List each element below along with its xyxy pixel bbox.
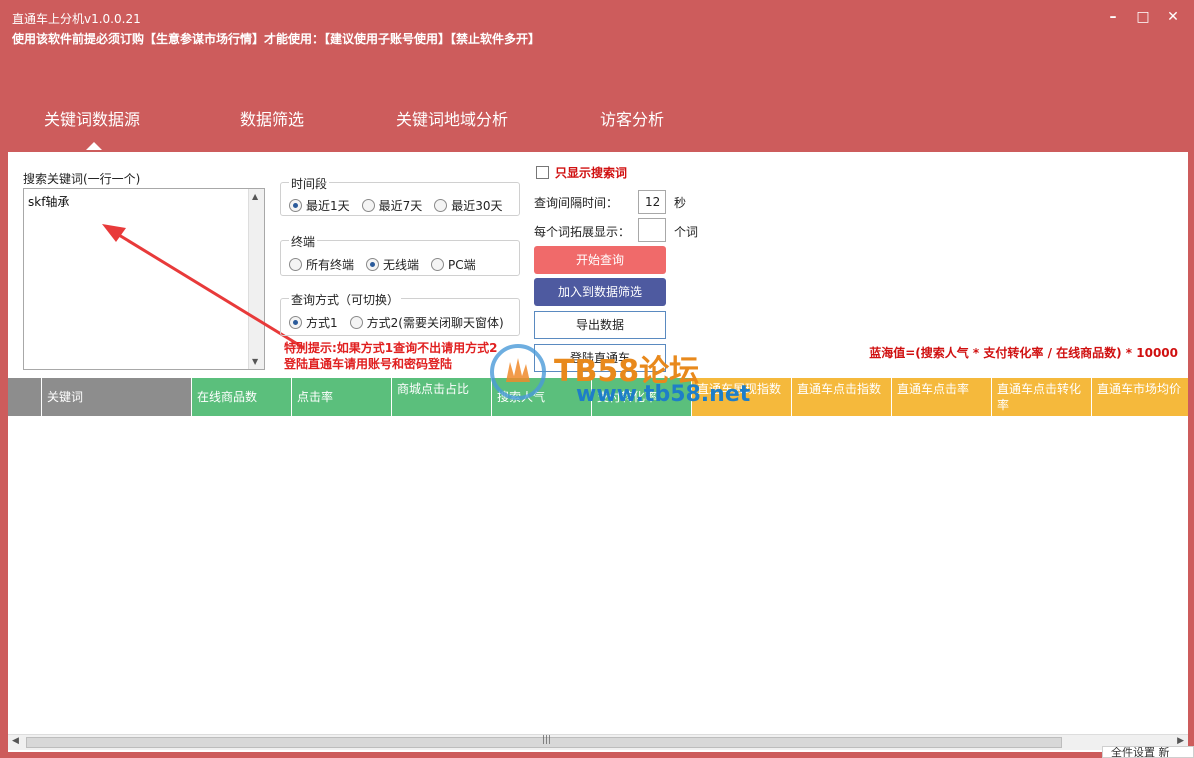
column-header[interactable]: 关键词 xyxy=(42,378,192,416)
radio-last-7-days[interactable]: 最近7天 xyxy=(361,197,423,214)
row-selector-header[interactable] xyxy=(8,378,42,416)
only-search-words-label: 只显示搜索词 xyxy=(555,166,628,180)
radio-label: 方式2(需要关闭聊天窗体) xyxy=(366,316,504,330)
query-mode-title: 查询方式（可切换） xyxy=(289,291,402,308)
scrollbar-grip-icon: ||| xyxy=(542,735,552,745)
radio-all-terminals[interactable]: 所有终端 xyxy=(289,256,354,273)
radio-label: PC端 xyxy=(448,258,476,272)
radio-checked-icon xyxy=(366,258,380,271)
tab-keyword-datasource[interactable]: 关键词数据源 xyxy=(44,106,140,130)
column-header[interactable]: 直通车市场均价 xyxy=(1092,378,1188,416)
query-mode-group: 查询方式（可切换） 方式1 方式2(需要关闭聊天窗体) xyxy=(280,291,520,336)
blue-ocean-formula: 蓝海值=(搜索人气 * 支付转化率 / 在线商品数) * 10000 xyxy=(869,346,1178,360)
scroll-left-icon[interactable]: ◀ xyxy=(12,736,19,746)
radio-unchecked-icon xyxy=(289,258,302,271)
close-icon[interactable]: ✕ xyxy=(1166,10,1180,24)
radio-last-30-days[interactable]: 最近30天 xyxy=(434,197,503,214)
maximize-icon[interactable]: □ xyxy=(1136,10,1150,24)
radio-label: 最近30天 xyxy=(451,199,503,213)
window-controls: – □ ✕ xyxy=(1106,10,1180,24)
time-period-title: 时间段 xyxy=(289,175,330,192)
radio-label: 最近1天 xyxy=(306,199,350,213)
warning-line-1: 特别提示:如果方式1查询不出请用方式2 xyxy=(284,341,498,355)
column-header[interactable]: 在线商品数 xyxy=(192,378,292,416)
minimize-icon[interactable]: – xyxy=(1106,10,1120,24)
main-panel: 搜索关键词(一行一个) skf轴承 ▲ ▼ 时间段 最近1天 最近7天 最近30… xyxy=(8,152,1188,752)
column-header[interactable]: 直通车点击指数 xyxy=(792,378,892,416)
radio-last-1-day[interactable]: 最近1天 xyxy=(289,197,350,214)
scroll-up-icon[interactable]: ▲ xyxy=(252,192,258,201)
radio-pc[interactable]: PC端 xyxy=(431,256,476,273)
terminal-title: 终端 xyxy=(289,233,318,250)
radio-unchecked-icon xyxy=(434,199,448,212)
column-header[interactable]: 搜索人气 xyxy=(492,378,592,416)
radio-unchecked-icon xyxy=(349,316,363,329)
export-data-button[interactable]: 导出数据 xyxy=(534,311,666,339)
interval-label: 查询间隔时间： xyxy=(534,196,619,210)
tab-data-filter[interactable]: 数据筛选 xyxy=(240,106,304,130)
settings-popup[interactable]: 全件设置 新 xyxy=(1102,746,1194,758)
expand-label: 每个词拓展显示： xyxy=(534,225,631,239)
tab-keyword-region[interactable]: 关键词地域分析 xyxy=(396,106,508,130)
column-header[interactable]: 商城点击占比 xyxy=(392,378,492,416)
radio-label: 所有终端 xyxy=(306,258,355,272)
radio-checked-icon xyxy=(289,199,302,212)
expand-input[interactable] xyxy=(638,218,666,242)
window-title: 直通车上分机v1.0.0.21 xyxy=(12,12,141,26)
radio-label: 无线端 xyxy=(383,258,420,272)
interval-unit: 秒 xyxy=(674,196,687,210)
column-header[interactable]: 直通车点击率 xyxy=(892,378,992,416)
column-header[interactable]: 直通车点击转化率 xyxy=(992,378,1092,416)
radio-mode-1[interactable]: 方式1 xyxy=(289,314,338,331)
keywords-value: skf轴承 xyxy=(28,195,70,209)
column-header[interactable]: 支付转化率 xyxy=(592,378,692,416)
add-to-filter-button[interactable]: 加入到数据筛选 xyxy=(534,278,666,306)
tab-visitor-analysis[interactable]: 访客分析 xyxy=(600,106,664,130)
special-warning: 特别提示:如果方式1查询不出请用方式2 登陆直通车请用账号和密码登陆 xyxy=(284,340,498,372)
radio-label: 方式1 xyxy=(306,316,338,330)
checkbox-unchecked-icon xyxy=(536,166,549,179)
radio-unchecked-icon xyxy=(431,258,445,271)
usage-notice: 使用该软件前提必须订购【生意参谋市场行情】才能使用：【建议使用子账号使用】【禁止… xyxy=(12,32,541,46)
radio-wireless[interactable]: 无线端 xyxy=(366,256,419,273)
start-query-button[interactable]: 开始查询 xyxy=(534,246,666,274)
radio-unchecked-icon xyxy=(361,199,375,212)
main-tabs: 关键词数据源 数据筛选 关键词地域分析 访客分析 xyxy=(0,106,1194,152)
radio-label: 最近7天 xyxy=(378,199,423,213)
terminal-group: 终端 所有终端 无线端 PC端 xyxy=(280,233,520,276)
radio-mode-2[interactable]: 方式2(需要关闭聊天窗体) xyxy=(349,314,504,331)
app-window: 直通车上分机v1.0.0.21 使用该软件前提必须订购【生意参谋市场行情】才能使… xyxy=(0,0,1194,758)
warning-line-2: 登陆直通车请用账号和密码登陆 xyxy=(284,357,453,371)
scroll-right-icon[interactable]: ▶ xyxy=(1177,736,1184,746)
radio-checked-icon xyxy=(289,316,302,329)
results-table-header: 关键词 在线商品数 点击率 商城点击占比 搜索人气 支付转化率 直通车展现指数 … xyxy=(8,378,1188,416)
interval-input[interactable]: 12 xyxy=(638,190,666,214)
keywords-label: 搜索关键词(一行一个) xyxy=(23,172,141,186)
column-header[interactable]: 直通车展现指数 xyxy=(692,378,792,416)
table-horizontal-scrollbar[interactable]: ◀ ||| ▶ xyxy=(8,734,1188,750)
column-header[interactable]: 点击率 xyxy=(292,378,392,416)
active-tab-caret-icon xyxy=(86,142,102,150)
login-ztc-button[interactable]: 登陆直通车 xyxy=(534,344,666,372)
time-period-group: 时间段 最近1天 最近7天 最近30天 xyxy=(280,175,520,216)
only-search-words-checkbox[interactable]: 只显示搜索词 xyxy=(536,164,627,181)
expand-unit: 个词 xyxy=(674,225,699,239)
